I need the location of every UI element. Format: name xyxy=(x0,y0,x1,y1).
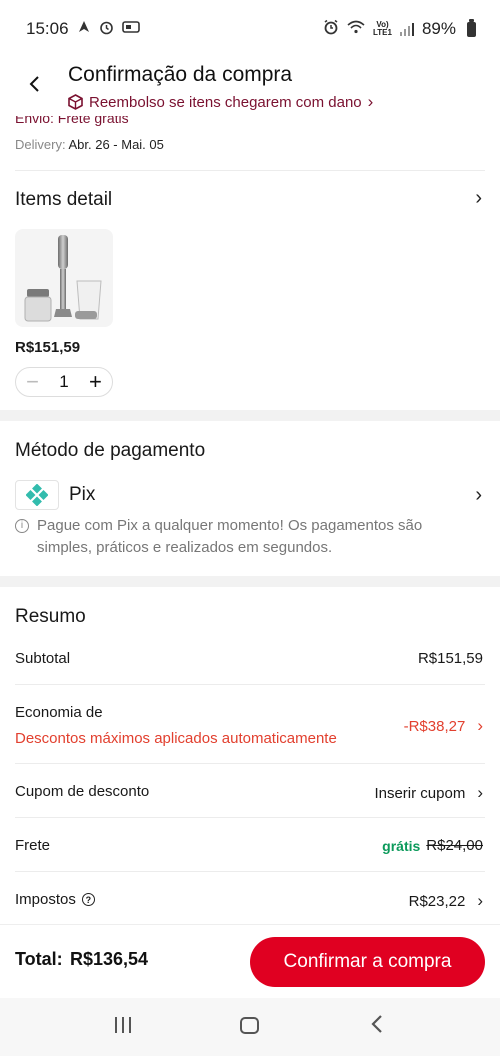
lte-bottom-text: LTE1 xyxy=(373,28,392,37)
signal-icon xyxy=(399,22,414,36)
info-icon: i xyxy=(15,519,29,533)
battery-icon xyxy=(467,18,476,37)
shipping-cost-label: Frete xyxy=(15,837,51,854)
refund-text: Reembolso se itens chegarem com dano xyxy=(89,93,362,111)
taxes-row[interactable]: R$23,22 › xyxy=(409,891,483,911)
refund-policy-link[interactable]: Reembolso se itens chegarem com dano › xyxy=(68,92,373,112)
package-icon xyxy=(68,94,83,110)
delivery-label: Delivery: xyxy=(15,137,66,152)
checkout-bar: Total: R$136,54 Confirmar a compra xyxy=(0,924,500,998)
total-label: Total: xyxy=(15,949,63,969)
payment-method-chevron-icon[interactable]: › xyxy=(475,484,482,507)
item-price: R$151,59 xyxy=(15,339,81,356)
payment-section-title: Método de pagamento xyxy=(15,440,206,461)
pix-icon xyxy=(15,480,59,510)
system-nav-bar xyxy=(0,998,500,1056)
savings-chevron-icon: › xyxy=(477,716,483,735)
navigation-icon xyxy=(77,20,91,38)
shipping-original-price: R$24,00 xyxy=(426,837,483,854)
coupon-chevron-icon: › xyxy=(477,783,483,802)
divider xyxy=(15,684,485,685)
payment-method-row[interactable]: Pix xyxy=(15,479,95,511)
back-arrow-icon xyxy=(29,76,39,92)
refund-chevron-icon: › xyxy=(367,92,374,111)
increase-quantity-button[interactable]: + xyxy=(89,369,102,395)
lte-indicator: Vo) LTE1 xyxy=(373,21,392,37)
divider xyxy=(15,170,485,171)
status-bar: 15:06 Vo) LTE1 89% xyxy=(0,0,500,58)
taxes-label: Impostos xyxy=(15,891,76,908)
shipping-cost-value: grátis R$24,00 xyxy=(382,837,483,854)
subtotal-value-wrap: R$151,59 xyxy=(418,650,483,667)
battery-percent: 89% xyxy=(421,19,456,38)
confirm-purchase-button[interactable]: Confirmar a compra xyxy=(250,937,485,987)
delivery-estimate: Delivery: Abr. 26 - Mai. 05 xyxy=(15,137,164,152)
delivery-dates: Abr. 26 - Mai. 05 xyxy=(68,137,164,152)
section-separator xyxy=(0,576,500,587)
quantity-value: 1 xyxy=(59,372,69,391)
wifi-icon xyxy=(347,20,365,38)
key-icon xyxy=(121,20,140,38)
subtotal-value: R$151,59 xyxy=(417,650,483,667)
savings-row[interactable]: -R$38,27 › xyxy=(404,716,483,736)
items-section-title: Items detail xyxy=(15,189,113,210)
divider xyxy=(15,763,485,764)
shipping-section: Envio: Frete grátis Delivery: Abr. 26 - … xyxy=(0,116,500,170)
quantity-stepper: − 1 + xyxy=(15,367,113,397)
savings-label: Economia de xyxy=(15,704,103,721)
back-button[interactable] xyxy=(20,70,48,98)
status-left: 15:06 xyxy=(26,19,140,39)
subtotal-label: Subtotal xyxy=(15,650,71,667)
payment-method-label: Pix xyxy=(69,484,96,505)
home-icon[interactable] xyxy=(230,1013,270,1041)
pix-info-text: Pague com Pix a qualquer momento! Os pag… xyxy=(37,517,423,556)
coupon-row[interactable]: Inserir cupom › xyxy=(374,783,483,803)
total-value: R$136,54 xyxy=(70,949,149,969)
alarm-icon xyxy=(323,19,339,39)
savings-value: -R$38,27 xyxy=(403,717,466,735)
coupon-value: Inserir cupom xyxy=(374,784,466,802)
taxes-label-wrap: Impostos ? xyxy=(15,891,95,908)
back-nav-icon[interactable] xyxy=(357,1013,397,1041)
coupon-label: Cupom de desconto xyxy=(15,783,150,800)
shipping-free-label: Envio: Frete grátis xyxy=(15,116,129,126)
page-header: Confirmação da compra Reembolso se itens… xyxy=(0,58,500,116)
shipping-free-badge: grátis xyxy=(382,837,421,854)
taxes-chevron-icon: › xyxy=(477,891,483,910)
pix-info: i Pague com Pix a qualquer momento! Os p… xyxy=(15,515,455,559)
divider xyxy=(15,817,485,818)
taxes-value: R$23,22 xyxy=(408,892,466,910)
recent-apps-icon[interactable] xyxy=(103,1013,143,1041)
hand-blender-image xyxy=(24,235,102,322)
status-time: 15:06 xyxy=(26,19,69,38)
items-detail-chevron-icon[interactable]: › xyxy=(475,187,482,210)
page-title: Confirmação da compra xyxy=(68,63,293,86)
help-icon[interactable]: ? xyxy=(81,893,95,906)
divider xyxy=(15,871,485,872)
status-right: Vo) LTE1 89% xyxy=(323,18,476,39)
product-image[interactable] xyxy=(15,229,113,327)
decrease-quantity-button[interactable]: − xyxy=(26,369,39,395)
section-separator xyxy=(0,410,500,421)
summary-section-title: Resumo xyxy=(15,606,86,627)
savings-note: Descontos máximos aplicados automaticame… xyxy=(15,730,337,747)
clock-arrow-icon xyxy=(99,20,114,39)
